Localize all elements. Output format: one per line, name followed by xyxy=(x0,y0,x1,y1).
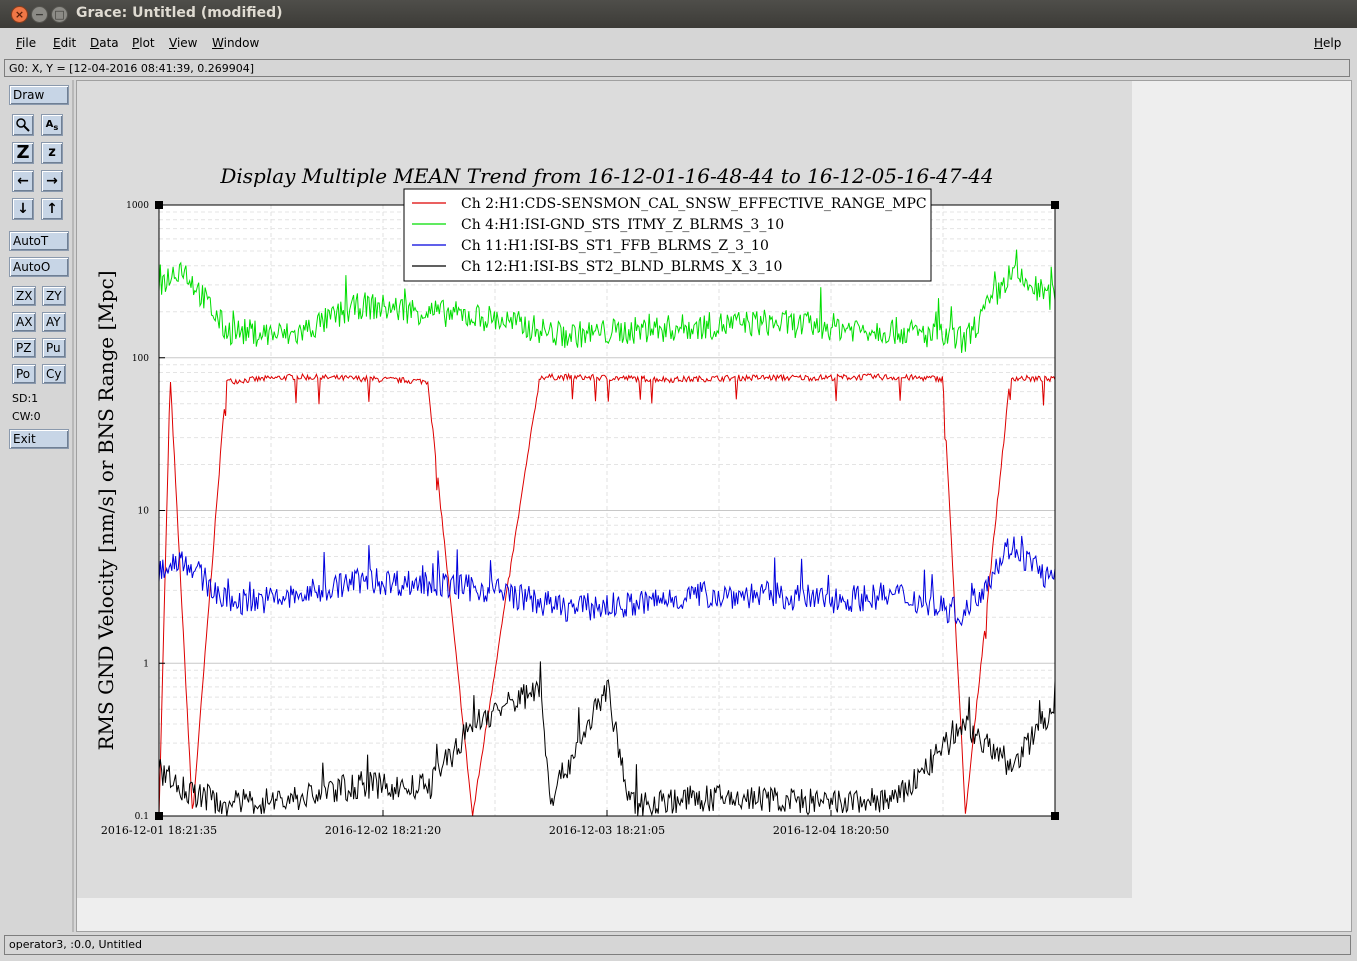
pu-button[interactable]: Pu xyxy=(42,338,66,358)
menu-bar: File Edit Data Plot View Window Help xyxy=(0,28,1357,58)
status-bar: operator3, :0.0, Untitled xyxy=(4,935,1351,955)
y-tick-label: 1000 xyxy=(126,201,149,211)
legend-label: Ch 12:H1:ISI-BS_ST2_BLND_BLRMS_X_3_10 xyxy=(461,259,782,275)
menu-window[interactable]: Window xyxy=(212,36,259,50)
frame-handle[interactable] xyxy=(155,812,163,820)
draw-button[interactable]: Draw xyxy=(9,85,69,105)
po-button[interactable]: Po xyxy=(12,364,36,384)
frame-handle[interactable] xyxy=(155,201,163,209)
current-world-label: CW:0 xyxy=(12,410,41,423)
menu-view[interactable]: View xyxy=(169,36,197,50)
x-tick-label: 2016-12-04 18:20:50 xyxy=(773,824,889,837)
cy-button[interactable]: Cy xyxy=(42,364,66,384)
autoscale-text-button[interactable]: As xyxy=(41,114,63,136)
canvas-area: 0.1 1 10 100 1000 2016-12-01 18:21:35 2016-12-… xyxy=(76,80,1352,932)
arrow-down-icon: ↓ xyxy=(17,201,29,217)
arrow-right-icon: → xyxy=(46,173,58,189)
scroll-right-button[interactable]: → xyxy=(41,170,63,192)
exit-button[interactable]: Exit xyxy=(9,429,69,449)
close-icon[interactable]: × xyxy=(11,6,28,23)
pz-button[interactable]: PZ xyxy=(12,338,36,358)
tool-panel: Draw As Z z ← → ↓ ↑ AutoT AutoO ZX ZY AX… xyxy=(4,80,74,932)
frame-handle[interactable] xyxy=(1051,201,1059,209)
zoom-magnifier-button[interactable] xyxy=(12,114,34,136)
frame-handle[interactable] xyxy=(1051,812,1059,820)
autoo-button[interactable]: AutoO xyxy=(9,257,69,277)
minimize-icon[interactable]: − xyxy=(31,6,48,23)
zoom-out-button[interactable]: z xyxy=(41,142,63,164)
x-tick-label: 2016-12-01 18:21:35 xyxy=(101,824,217,837)
set-display-label: SD:1 xyxy=(12,392,39,405)
magnifier-icon xyxy=(16,118,30,132)
locator-display: G0: X, Y = [12-04-2016 08:41:39, 0.26990… xyxy=(4,59,1350,77)
chart-title: Display Multiple MEAN Trend from 16-12-0… xyxy=(219,164,993,188)
maximize-icon[interactable]: □ xyxy=(51,6,68,23)
arrow-up-icon: ↑ xyxy=(46,201,58,217)
x-tick-label: 2016-12-03 18:21:05 xyxy=(549,824,665,837)
grid-lines xyxy=(158,205,1056,817)
x-tick-label: 2016-12-02 18:21:20 xyxy=(325,824,441,837)
menu-data[interactable]: Data xyxy=(90,36,119,50)
y-tick-label: 0.1 xyxy=(135,812,149,822)
ay-button[interactable]: AY xyxy=(42,312,66,332)
zoom-out-icon: z xyxy=(48,145,56,160)
y-axis-label: RMS GND Velocity [nm/s] or BNS Range [Mp… xyxy=(94,270,118,750)
zoom-in-button[interactable]: Z xyxy=(12,142,34,164)
arrow-left-icon: ← xyxy=(17,173,29,189)
zy-button[interactable]: ZY xyxy=(42,286,66,306)
window-title: Grace: Untitled (modified) xyxy=(76,5,283,21)
ax-button[interactable]: AX xyxy=(12,312,36,332)
y-tick-label: 100 xyxy=(132,354,149,364)
menu-plot[interactable]: Plot xyxy=(132,36,155,50)
scroll-down-button[interactable]: ↓ xyxy=(12,198,34,220)
menu-edit[interactable]: Edit xyxy=(53,36,76,50)
legend-label: Ch 2:H1:CDS-SENSMON_CAL_SNSW_EFFECTIVE_R… xyxy=(461,196,927,212)
legend-label: Ch 11:H1:ISI-BS_ST1_FFB_BLRMS_Z_3_10 xyxy=(461,238,769,254)
zx-button[interactable]: ZX xyxy=(12,286,36,306)
text-scale-icon: As xyxy=(45,119,59,132)
legend-label: Ch 4:H1:ISI-GND_STS_ITMY_Z_BLRMS_3_10 xyxy=(461,217,784,233)
menu-file[interactable]: File xyxy=(16,36,36,50)
legend[interactable]: Ch 2:H1:CDS-SENSMON_CAL_SNSW_EFFECTIVE_R… xyxy=(403,188,932,282)
zoom-in-icon: Z xyxy=(16,142,30,163)
y-tick-label: 1 xyxy=(143,659,149,669)
autot-button[interactable]: AutoT xyxy=(9,231,69,251)
title-bar: × − □ Grace: Untitled (modified) xyxy=(0,0,1357,28)
chart-svg[interactable]: 0.1 1 10 100 1000 2016-12-01 18:21:35 2016-12-… xyxy=(77,81,1351,931)
scroll-up-button[interactable]: ↑ xyxy=(41,198,63,220)
menu-help[interactable]: Help xyxy=(1314,36,1341,50)
y-tick-label: 10 xyxy=(138,507,150,517)
scroll-left-button[interactable]: ← xyxy=(12,170,34,192)
